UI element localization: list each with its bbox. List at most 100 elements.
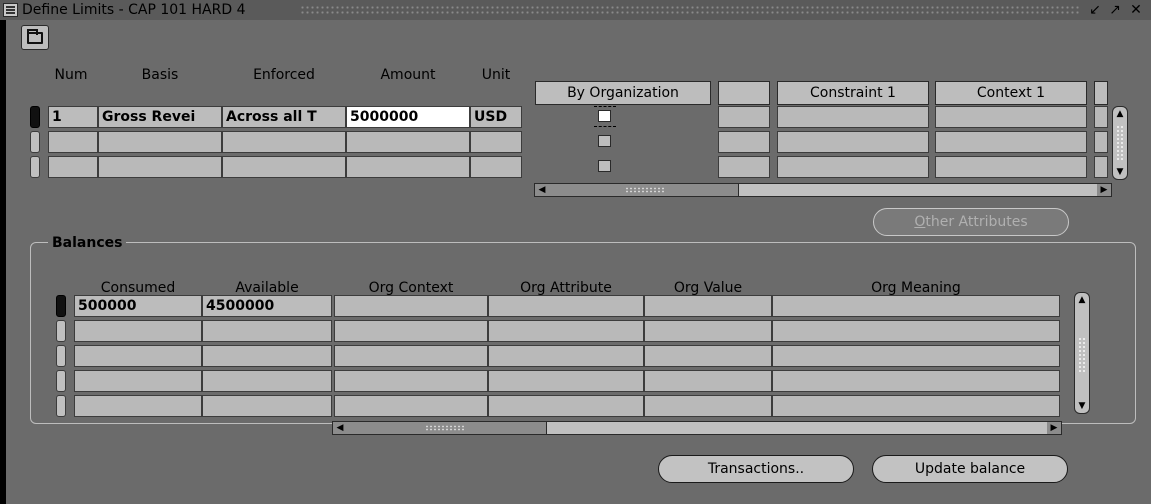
balances-cell-org-context[interactable] xyxy=(334,370,488,392)
scroll-down-icon[interactable]: ▼ xyxy=(1075,399,1089,413)
balances-cell-org-attribute[interactable] xyxy=(488,295,644,317)
header-unit: Unit xyxy=(481,67,511,83)
row-selector[interactable] xyxy=(30,131,40,153)
header-blank-2[interactable] xyxy=(1094,81,1108,105)
balances-cell-org-attribute[interactable] xyxy=(488,370,644,392)
balances-horizontal-scrollbar[interactable]: ◀ ▶ xyxy=(332,421,1062,435)
limits-cell-num[interactable]: 1 xyxy=(48,106,98,128)
row-selector[interactable] xyxy=(30,156,40,178)
close-icon[interactable]: ✕ xyxy=(1128,2,1144,18)
balances-cell-org-context[interactable] xyxy=(334,295,488,317)
maximize-icon[interactable]: ↗ xyxy=(1107,2,1123,18)
limits-cell-context-1[interactable] xyxy=(935,156,1087,178)
balances-cell-org-attribute[interactable] xyxy=(488,320,644,342)
balances-cell-org-value[interactable] xyxy=(644,395,772,417)
limits-cell-amount[interactable] xyxy=(346,156,470,178)
row-selector[interactable] xyxy=(56,320,66,342)
header-context-1[interactable]: Context 1 xyxy=(935,81,1087,105)
header-num: Num xyxy=(54,67,88,83)
update-balance-button[interactable]: Update balance xyxy=(872,455,1068,483)
header-blank-1[interactable] xyxy=(718,81,770,105)
balances-cell-consumed[interactable] xyxy=(74,345,202,367)
balances-cell-consumed[interactable]: 500000 xyxy=(74,295,202,317)
limits-cell-basis[interactable] xyxy=(98,156,222,178)
by-organization-checkbox[interactable] xyxy=(598,110,611,122)
limits-cell-unit[interactable] xyxy=(470,131,522,153)
limits-cell-blank-2[interactable] xyxy=(1094,131,1108,153)
limits-cell-num[interactable] xyxy=(48,131,98,153)
limits-cell-constraint-1[interactable] xyxy=(777,106,929,128)
scroll-right-icon[interactable]: ▶ xyxy=(1047,422,1061,434)
window-title: Define Limits - CAP 101 HARD 4 xyxy=(22,1,252,19)
limits-cell-basis[interactable]: Gross Revei xyxy=(98,106,222,128)
balances-cell-org-value[interactable] xyxy=(644,345,772,367)
limits-cell-unit[interactable] xyxy=(470,156,522,178)
other-attributes-button[interactable]: Other Attributes xyxy=(873,208,1069,236)
balances-vertical-scrollbar[interactable]: ▲ ▼ xyxy=(1074,292,1090,414)
scroll-up-icon[interactable]: ▲ xyxy=(1075,293,1089,307)
balances-cell-consumed[interactable] xyxy=(74,395,202,417)
limits-cell-blank-1[interactable] xyxy=(718,106,770,128)
balances-cell-org-value[interactable] xyxy=(644,295,772,317)
limits-horizontal-scrollbar[interactable]: ◀ ▶ xyxy=(534,183,1112,197)
balances-cell-org-value[interactable] xyxy=(644,320,772,342)
limits-cell-unit[interactable]: USD xyxy=(470,106,522,128)
balances-cell-available[interactable] xyxy=(202,320,332,342)
by-organization-checkbox[interactable] xyxy=(598,135,611,147)
open-folder-button[interactable] xyxy=(21,25,49,50)
balances-cell-available[interactable]: 4500000 xyxy=(202,295,332,317)
balances-label: Balances xyxy=(48,234,127,252)
folder-open-icon xyxy=(27,28,43,44)
balances-cell-org-attribute[interactable] xyxy=(488,395,644,417)
limits-cell-blank-1[interactable] xyxy=(718,156,770,178)
limits-cell-amount[interactable]: 5000000 xyxy=(346,106,470,128)
balances-cell-org-context[interactable] xyxy=(334,320,488,342)
balances-cell-org-context[interactable] xyxy=(334,345,488,367)
balances-cell-org-value[interactable] xyxy=(644,370,772,392)
balances-cell-available[interactable] xyxy=(202,395,332,417)
grip-dots xyxy=(625,187,665,193)
limits-cell-constraint-1[interactable] xyxy=(777,131,929,153)
header-amount: Amount xyxy=(380,67,436,83)
limits-cell-constraint-1[interactable] xyxy=(777,156,929,178)
limits-cell-num[interactable] xyxy=(48,156,98,178)
balances-cell-org-attribute[interactable] xyxy=(488,345,644,367)
limits-cell-amount[interactable] xyxy=(346,131,470,153)
scroll-left-icon[interactable]: ◀ xyxy=(333,422,347,434)
limits-vertical-scrollbar[interactable]: ▲ ▼ xyxy=(1112,106,1128,180)
limits-cell-basis[interactable] xyxy=(98,131,222,153)
balances-cell-available[interactable] xyxy=(202,370,332,392)
header-constraint-1[interactable]: Constraint 1 xyxy=(777,81,929,105)
limits-cell-enforced[interactable]: Across all T xyxy=(222,106,346,128)
limits-cell-enforced[interactable] xyxy=(222,131,346,153)
by-organization-checkbox[interactable] xyxy=(598,160,611,172)
limits-cell-context-1[interactable] xyxy=(935,131,1087,153)
row-selector[interactable] xyxy=(56,295,66,317)
balances-cell-available[interactable] xyxy=(202,345,332,367)
row-selector[interactable] xyxy=(30,106,40,128)
limits-cell-enforced[interactable] xyxy=(222,156,346,178)
row-selector[interactable] xyxy=(56,345,66,367)
header-by-organization[interactable]: By Organization xyxy=(535,81,711,105)
balances-cell-org-meaning[interactable] xyxy=(772,345,1060,367)
scroll-right-icon[interactable]: ▶ xyxy=(1097,184,1111,196)
balances-cell-org-context[interactable] xyxy=(334,395,488,417)
row-selector[interactable] xyxy=(56,395,66,417)
minimize-icon[interactable]: ↙ xyxy=(1087,2,1103,18)
limits-cell-blank-2[interactable] xyxy=(1094,156,1108,178)
balances-cell-org-meaning[interactable] xyxy=(772,395,1060,417)
balances-cell-org-meaning[interactable] xyxy=(772,295,1060,317)
transactions-button[interactable]: Transactions.. xyxy=(658,455,854,483)
limits-cell-blank-1[interactable] xyxy=(718,131,770,153)
balances-cell-org-meaning[interactable] xyxy=(772,320,1060,342)
row-selector[interactable] xyxy=(56,370,66,392)
balances-cell-consumed[interactable] xyxy=(74,370,202,392)
limits-cell-context-1[interactable] xyxy=(935,106,1087,128)
scroll-down-icon[interactable]: ▼ xyxy=(1113,165,1127,179)
grip-dots xyxy=(1078,337,1086,373)
scroll-up-icon[interactable]: ▲ xyxy=(1113,107,1127,121)
limits-cell-blank-2[interactable] xyxy=(1094,106,1108,128)
scroll-left-icon[interactable]: ◀ xyxy=(535,184,549,196)
balances-cell-org-meaning[interactable] xyxy=(772,370,1060,392)
balances-cell-consumed[interactable] xyxy=(74,320,202,342)
